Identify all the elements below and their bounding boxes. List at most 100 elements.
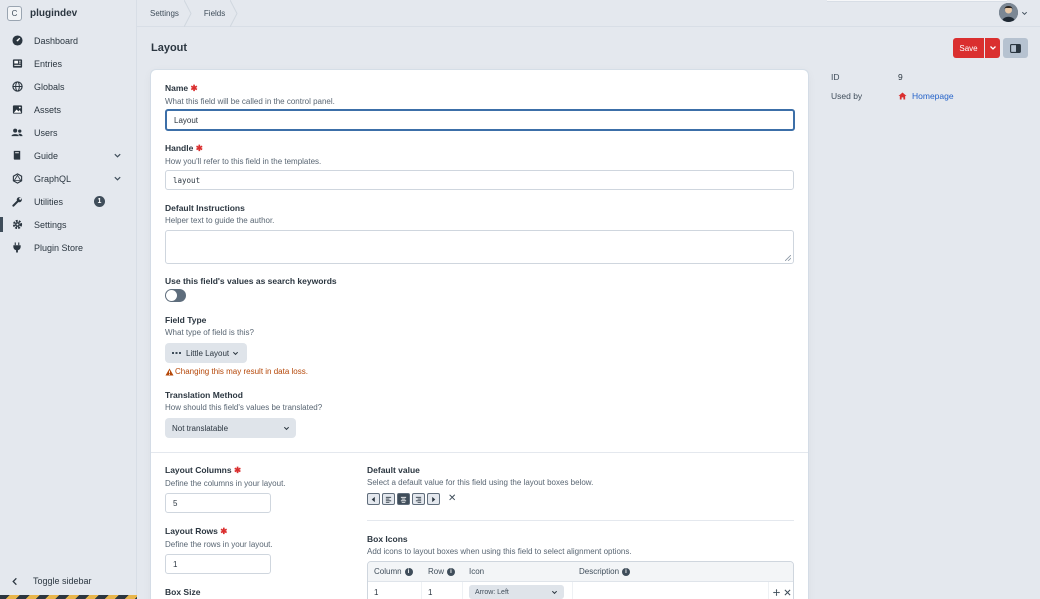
section-divider xyxy=(151,452,808,453)
users-icon xyxy=(11,127,23,139)
field-type-value: Little Layout xyxy=(186,348,230,358)
header-overlay-strip xyxy=(827,0,1007,2)
info-icon[interactable]: i xyxy=(404,567,413,576)
name-input[interactable]: Layout xyxy=(165,109,795,131)
notification-badge: 1 xyxy=(94,196,105,207)
newspaper-icon xyxy=(11,58,23,70)
sidebar-item-dashboard[interactable]: Dashboard xyxy=(0,29,136,52)
column-cell[interactable]: 1 xyxy=(368,582,422,599)
box-icons-table: Column i Row i Icon Description i 1 1 Arrow… xyxy=(367,561,794,599)
save-button-group: Save xyxy=(953,38,1000,58)
delete-row-icon[interactable] xyxy=(784,589,791,596)
chevron-down-icon[interactable] xyxy=(113,174,122,183)
page-title: Layout xyxy=(151,42,188,54)
box-icons-field: Box Icons Add icons to layout boxes when… xyxy=(367,534,632,556)
info-icon[interactable]: i xyxy=(622,567,631,576)
handle-input[interactable]: layout xyxy=(165,170,794,190)
site-name: plugindev xyxy=(30,8,78,19)
table-row: 1 1 Arrow: Left xyxy=(368,582,793,599)
gauge-icon xyxy=(11,35,23,47)
layout-box[interactable] xyxy=(367,493,380,505)
row-cell[interactable]: 1 xyxy=(422,582,463,599)
box-size-label: Box Size xyxy=(165,587,201,597)
translation-method-value: Not translatable xyxy=(172,423,229,433)
toggle-sidebar-label: Toggle sidebar xyxy=(33,576,92,586)
search-keywords-lightswitch[interactable] xyxy=(165,289,186,302)
box-icons-label: Box Icons xyxy=(367,534,408,544)
chevron-down-icon[interactable] xyxy=(1021,10,1028,17)
layout-box[interactable] xyxy=(382,493,395,505)
required-asterisk: ✱ xyxy=(195,143,203,153)
field-type-select[interactable]: Little Layout xyxy=(165,343,247,363)
layout-box[interactable] xyxy=(412,493,425,505)
handle-field: Handle ✱ How you'll refer to this field … xyxy=(165,143,321,166)
sidebar-item-label: Utilities xyxy=(34,196,64,207)
sidebar-item-label: Users xyxy=(34,127,58,138)
move-icon[interactable] xyxy=(773,588,780,596)
sidebar-item-globals[interactable]: Globals xyxy=(0,75,136,98)
sidebar-item-label: Plugin Store xyxy=(34,242,84,253)
align-center-icon xyxy=(400,496,407,503)
column-header: Icon xyxy=(469,567,485,576)
field-type-label: Field Type xyxy=(165,315,207,325)
breadcrumb: Settings Fields xyxy=(137,0,238,27)
layout-columns-field: Layout Columns ✱ Define the columns in y… xyxy=(165,465,286,488)
layout-rows-input[interactable]: 1 xyxy=(165,554,271,574)
sidebar-item-label: Settings xyxy=(34,219,67,230)
icon-select-value: Arrow: Left xyxy=(475,588,509,596)
sidebar-item-entries[interactable]: Entries xyxy=(0,52,136,75)
sidebar-item-graphql[interactable]: GraphQL xyxy=(0,167,136,190)
meta-used-by-label: Used by xyxy=(831,91,863,101)
default-instructions-textarea[interactable] xyxy=(165,230,794,264)
required-asterisk: ✱ xyxy=(220,526,228,536)
layout-box-selected[interactable] xyxy=(397,493,410,505)
used-by-homepage-link[interactable]: Homepage xyxy=(898,91,954,101)
details-pane-toggle-button[interactable] xyxy=(1003,38,1028,58)
search-keywords-field: Use this field's values as search keywor… xyxy=(165,276,337,286)
sidebar-item-guide[interactable]: Guide xyxy=(0,144,136,167)
sidebar-item-label: Assets xyxy=(34,104,62,115)
sidebar-item-plugin-store[interactable]: Plugin Store xyxy=(0,236,136,259)
breadcrumb-separator xyxy=(230,0,238,27)
resize-grip-icon[interactable] xyxy=(785,255,791,261)
save-menu-button[interactable] xyxy=(985,38,1000,58)
sidebar-item-users[interactable]: Users xyxy=(0,121,136,144)
breadcrumb-item-fields[interactable]: Fields xyxy=(191,0,238,27)
layout-columns-input[interactable]: 5 xyxy=(165,493,271,513)
avatar[interactable] xyxy=(999,3,1018,22)
translation-method-select[interactable]: Not translatable xyxy=(165,418,296,438)
site-badge: C xyxy=(7,6,22,21)
gear-icon xyxy=(11,219,23,231)
sidebar-item-utilities[interactable]: Utilities 1 xyxy=(0,190,136,213)
dev-mode-stripe xyxy=(0,595,137,599)
column-header: Column i xyxy=(368,562,422,581)
sidebar-item-label: Globals xyxy=(34,81,65,92)
sidebar-item-settings[interactable]: Settings xyxy=(0,213,136,236)
image-icon xyxy=(11,104,23,116)
clear-default-icon[interactable]: ✕ xyxy=(448,493,456,504)
description-cell[interactable] xyxy=(573,582,769,599)
layout-rows-instructions: Define the rows in your layout. xyxy=(165,540,273,549)
icon-select[interactable]: Arrow: Left xyxy=(469,585,564,599)
field-settings-form: Name ✱ What this field will be called in… xyxy=(151,70,808,599)
chevron-down-icon[interactable] xyxy=(113,151,122,160)
breadcrumb-item-settings[interactable]: Settings xyxy=(137,0,192,27)
chevron-left-icon xyxy=(12,577,17,585)
layout-columns-label: Layout Columns ✱ xyxy=(165,465,242,475)
default-instructions-help: Helper text to guide the author. xyxy=(165,216,275,225)
name-field: Name ✱ What this field will be called in… xyxy=(165,83,335,106)
translation-method-label: Translation Method xyxy=(165,390,243,400)
used-by-link-text: Homepage xyxy=(912,91,954,101)
info-icon[interactable]: i xyxy=(447,567,456,576)
arrow-right-icon xyxy=(432,496,436,502)
save-button[interactable]: Save xyxy=(953,38,984,58)
layout-box[interactable] xyxy=(427,493,440,505)
toggle-sidebar-button[interactable]: Toggle sidebar xyxy=(0,570,92,592)
sidebar-item-assets[interactable]: Assets xyxy=(0,98,136,121)
name-instructions: What this field will be called in the co… xyxy=(165,97,335,106)
wrench-icon xyxy=(11,196,23,208)
site-switcher[interactable]: C plugindev xyxy=(0,0,136,27)
home-icon xyxy=(898,92,907,100)
meta-id-label: ID xyxy=(831,72,840,82)
row-actions xyxy=(769,582,793,599)
